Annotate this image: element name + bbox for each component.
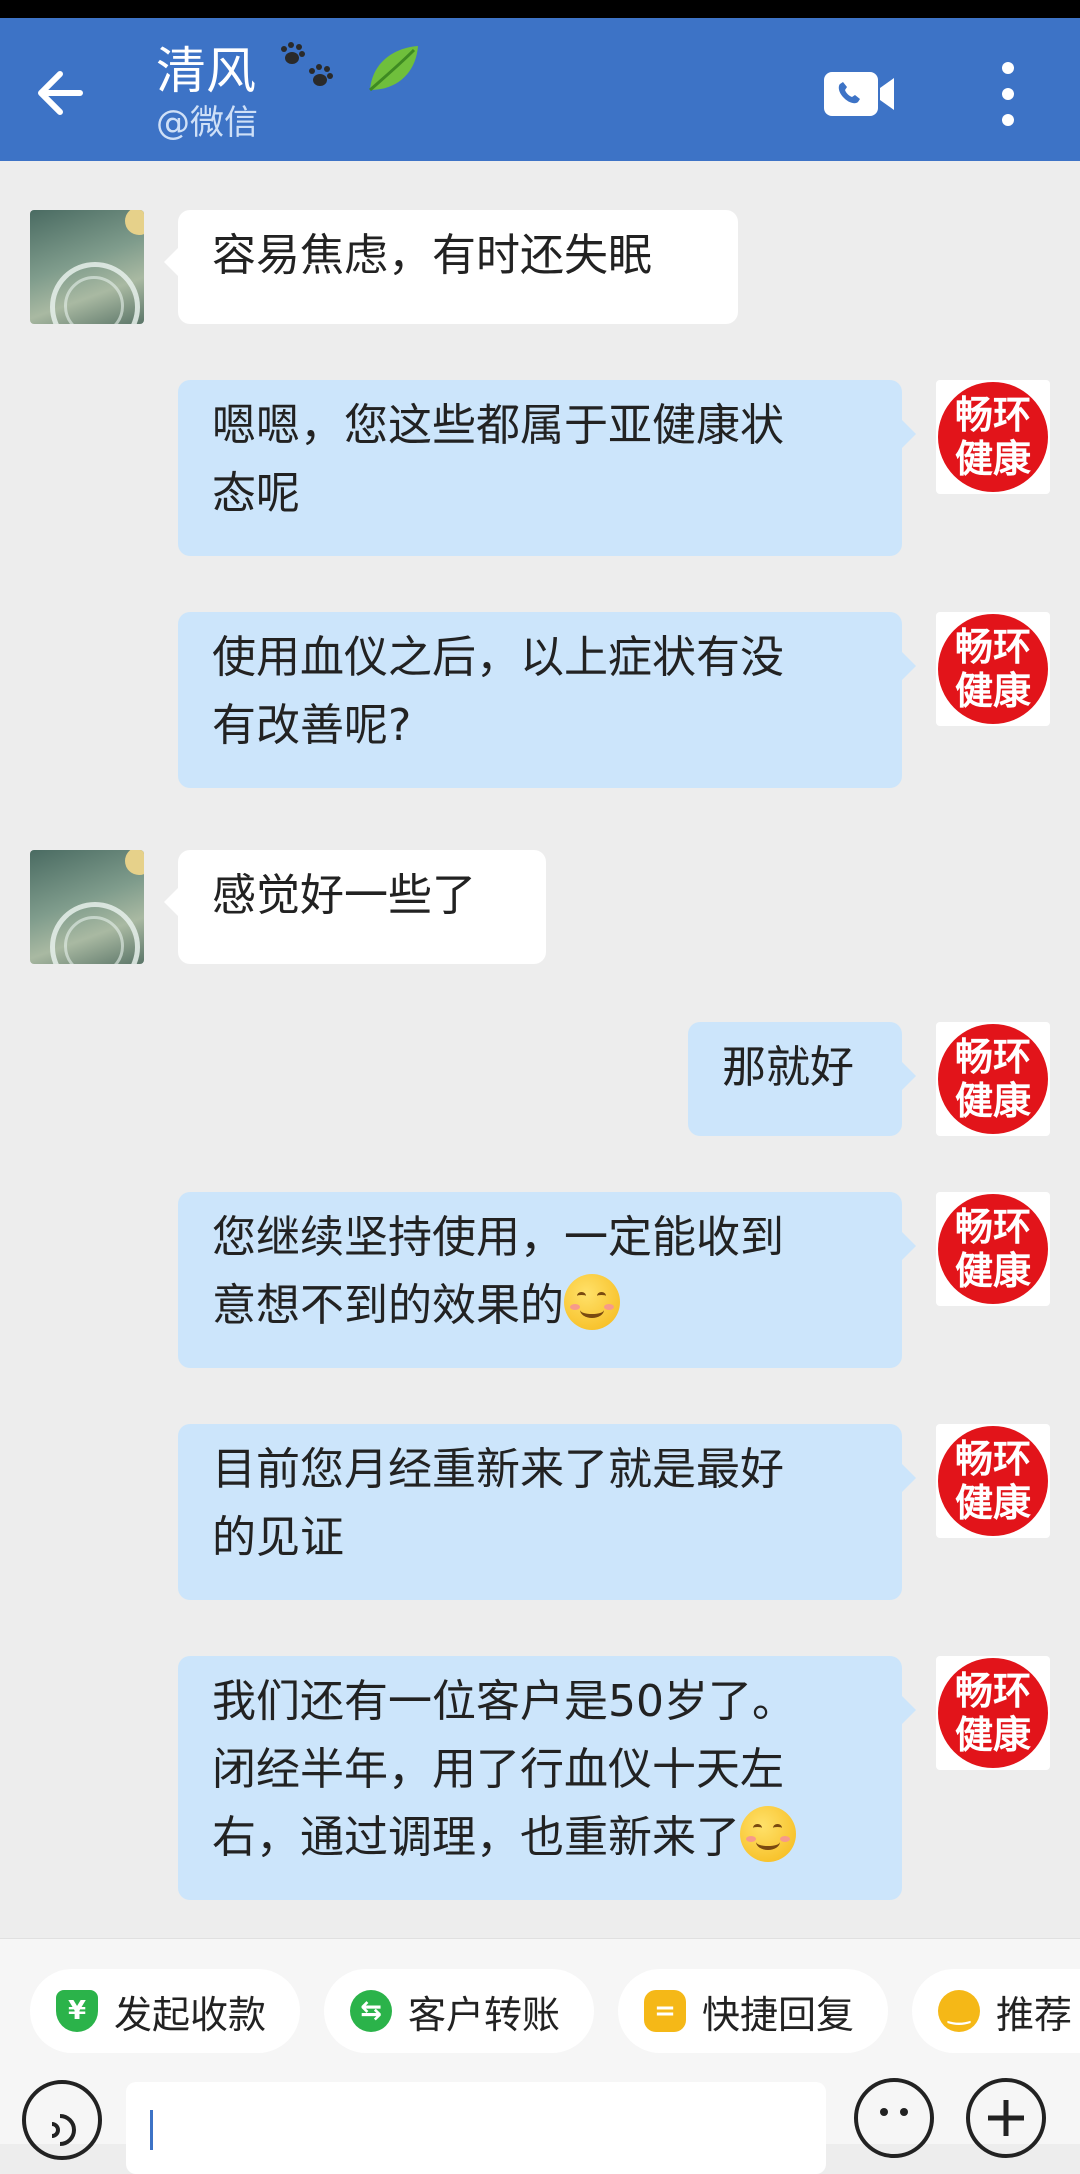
brand-logo-icon: 畅环 健康 [938, 1194, 1048, 1304]
self-avatar[interactable]: 畅环 健康 [936, 1424, 1050, 1538]
status-bar [0, 0, 1080, 18]
message-text: 感觉好一些了 [212, 870, 476, 921]
leaf-icon [362, 38, 424, 111]
message-input[interactable] [126, 2082, 826, 2174]
paw-prints-icon [278, 40, 340, 109]
request-payment-button[interactable]: ¥ 发起收款 [30, 1969, 300, 2053]
more-options-button[interactable] [986, 54, 1030, 134]
video-call-icon [824, 72, 894, 116]
voice-input-button[interactable] [22, 2080, 102, 2160]
message-text: 容易焦虑，有时还失眠 [212, 230, 652, 281]
emoji-face-icon [880, 2108, 908, 2116]
chip-label: 快捷回复 [702, 1992, 855, 2037]
message-text-line: 的见证 [212, 1512, 344, 1563]
input-bar [0, 2058, 1080, 2174]
message-bubble[interactable]: 容易焦虑，有时还失眠 [164, 210, 738, 324]
self-avatar[interactable]: 畅环 健康 [936, 1192, 1050, 1306]
voice-icon [51, 2114, 76, 2146]
recommend-icon: ‿ [938, 1990, 980, 2032]
message-text-line: 态呢 [212, 468, 300, 519]
message-bubble[interactable]: 您继续坚持使用，一定能收到 意想不到的效果的 [178, 1192, 916, 1368]
message-text: 那就好 [722, 1042, 854, 1093]
yuan-shield-icon: ¥ [56, 1990, 98, 2032]
contact-source: @微信 [156, 103, 258, 143]
plus-icon [988, 2100, 1024, 2136]
transfer-icon: ⇆ [350, 1990, 392, 2032]
more-actions-button[interactable] [966, 2078, 1046, 2158]
back-arrow-icon [38, 71, 83, 115]
message-bubble[interactable]: 感觉好一些了 [164, 850, 546, 964]
brand-logo-icon: 畅环 健康 [938, 1426, 1048, 1536]
message-text-line: 有改善呢? [212, 700, 412, 751]
self-avatar[interactable]: 畅环 健康 [936, 1656, 1050, 1770]
chip-label: 客户转账 [408, 1992, 561, 2037]
message-bubble[interactable]: 目前您月经重新来了就是最好 的见证 [178, 1424, 916, 1600]
smiling-face-icon [564, 1274, 620, 1330]
customer-transfer-button[interactable]: ⇆ 客户转账 [324, 1969, 594, 2053]
message-bubble[interactable]: 使用血仪之后，以上症状有没 有改善呢? [178, 612, 916, 788]
message-text-line: 嗯嗯，您这些都属于亚健康状 [212, 400, 784, 451]
smiling-face-icon [740, 1806, 796, 1862]
back-button[interactable] [28, 58, 98, 128]
brand-logo-icon: 畅环 健康 [938, 1024, 1048, 1134]
emoji-button[interactable] [854, 2078, 934, 2158]
message-text-line: 目前您月经重新来了就是最好 [212, 1444, 784, 1495]
message-text-line: 意想不到的效果的 [212, 1272, 868, 1340]
self-avatar[interactable]: 畅环 健康 [936, 612, 1050, 726]
contact-avatar[interactable] [30, 850, 144, 964]
brand-logo-icon: 畅环 健康 [938, 1658, 1048, 1768]
quick-reply-icon: = [644, 1990, 686, 2032]
message-text-line: 使用血仪之后，以上症状有没 [212, 632, 784, 683]
message-text-line: 我们还有一位客户是50岁了。 [212, 1676, 796, 1727]
contact-name: 清风 [156, 42, 256, 100]
self-avatar[interactable]: 畅环 健康 [936, 1022, 1050, 1136]
text-caret [150, 2110, 153, 2150]
chip-label: 发起收款 [114, 1992, 267, 2037]
contact-title[interactable]: 清风 [156, 38, 424, 111]
quick-action-bar: ¥ 发起收款 ⇆ 客户转账 = 快捷回复 ‿ 推荐 [0, 1938, 1080, 2059]
quick-reply-button[interactable]: = 快捷回复 [618, 1969, 888, 2053]
message-text-line: 右，通过调理，也重新来了 [212, 1804, 868, 1872]
recommend-button[interactable]: ‿ 推荐 [912, 1969, 1080, 2053]
self-avatar[interactable]: 畅环 健康 [936, 380, 1050, 494]
brand-logo-icon: 畅环 健康 [938, 382, 1048, 492]
chip-label: 推荐 [996, 1992, 1073, 2037]
contact-avatar[interactable] [30, 210, 144, 324]
video-call-button[interactable] [822, 66, 898, 122]
message-text-line: 您继续坚持使用，一定能收到 [212, 1212, 784, 1263]
message-bubble[interactable]: 嗯嗯，您这些都属于亚健康状 态呢 [178, 380, 916, 556]
chat-header: 清风 @微信 [0, 18, 1080, 161]
brand-logo-icon: 畅环 健康 [938, 614, 1048, 724]
message-bubble[interactable]: 那就好 [688, 1022, 916, 1136]
more-vertical-icon [1002, 62, 1014, 126]
message-bubble[interactable]: 我们还有一位客户是50岁了。 闭经半年，用了行血仪十天左 右，通过调理，也重新来… [178, 1656, 916, 1900]
message-text-line: 闭经半年，用了行血仪十天左 [212, 1744, 784, 1795]
